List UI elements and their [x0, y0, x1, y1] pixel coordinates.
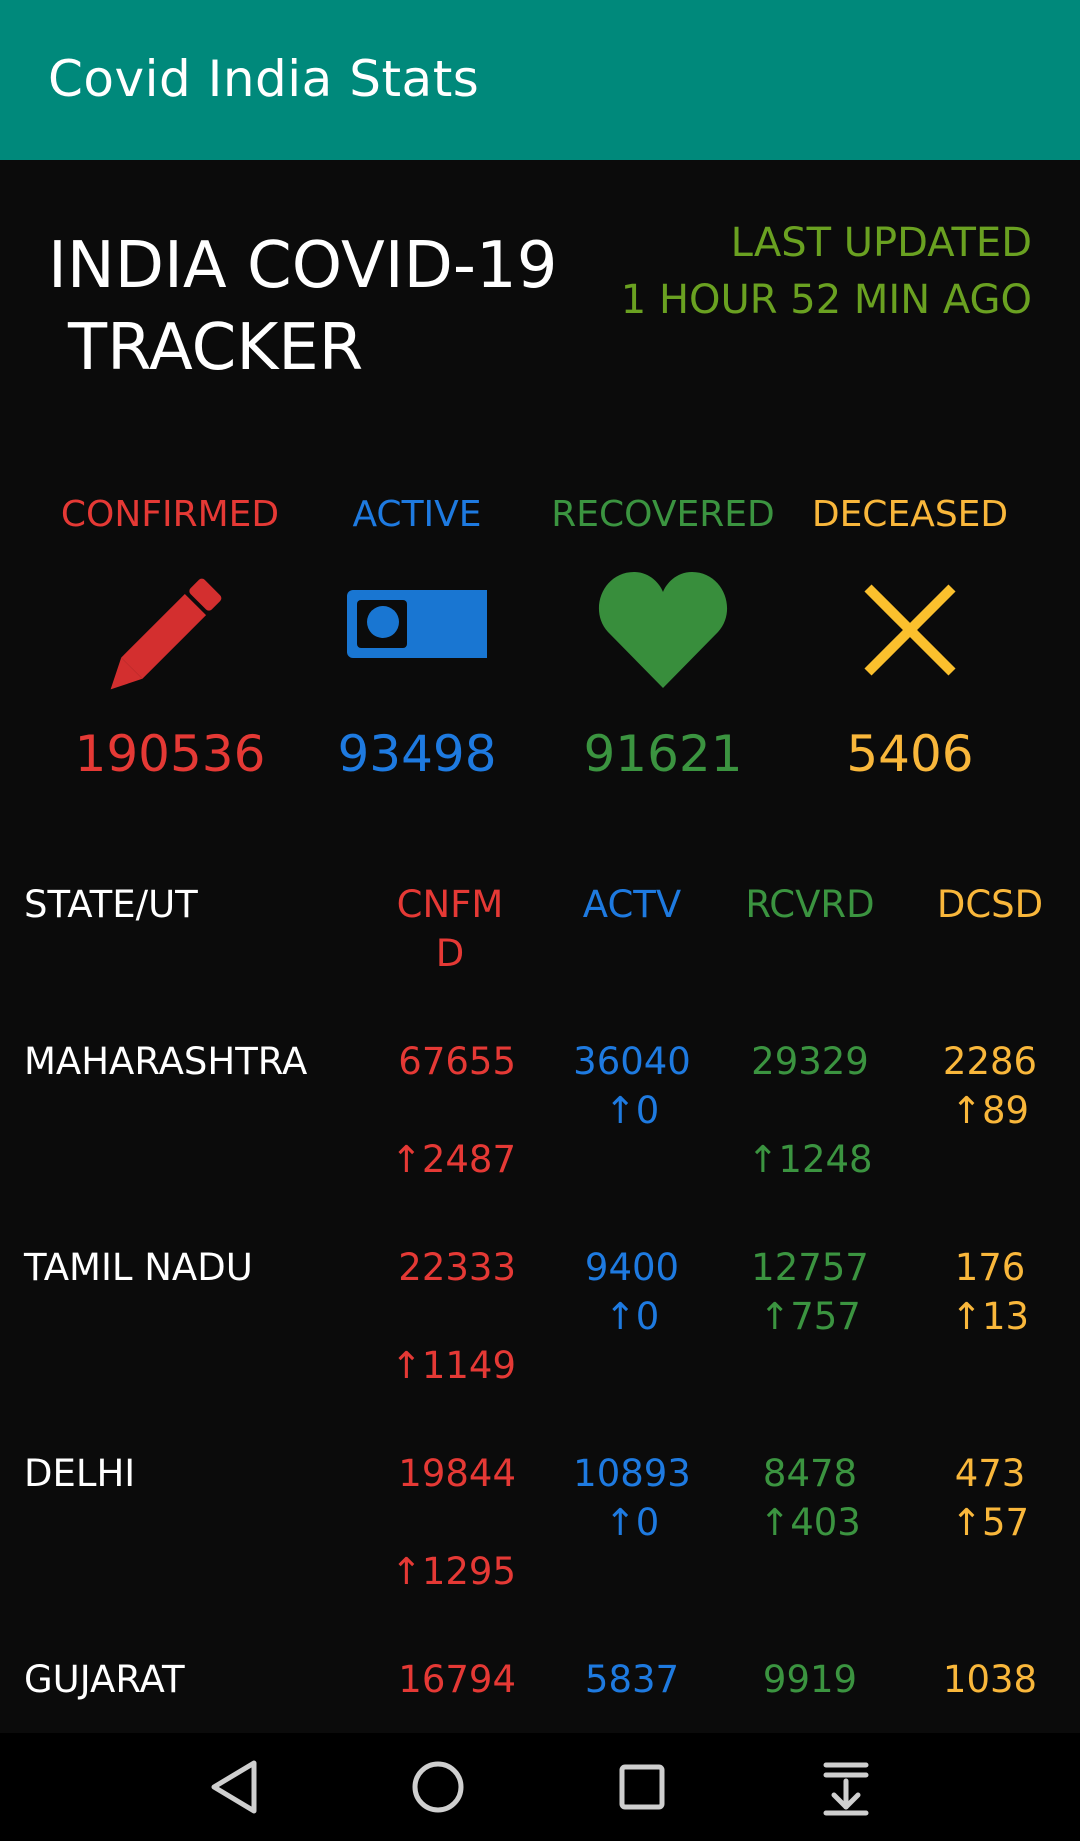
active-delta: ↑0	[604, 1295, 660, 1338]
close-icon	[850, 570, 970, 694]
last-updated-time: 1 HOUR 52 MIN AGO	[620, 277, 1032, 323]
confirmed-delta: ↑1149	[390, 1344, 516, 1387]
header-active: ACTV	[582, 883, 682, 926]
recovered-delta: ↑757	[759, 1295, 861, 1338]
state-name: GUJARAT	[24, 1658, 185, 1701]
deceased-delta: ↑57	[950, 1501, 1030, 1544]
recovered-delta: ↑1248	[747, 1138, 873, 1181]
summary-section: CONFIRMED 190536 ACTIVE 93498 RECOVERED …	[0, 490, 1080, 830]
header-recovered: RCVRD	[745, 883, 875, 926]
confirmed-value: 22333	[398, 1246, 516, 1289]
summary-deceased: DECEASED 5406	[770, 490, 1050, 783]
deceased-delta: ↑13	[950, 1295, 1030, 1338]
deceased-label: DECEASED	[811, 494, 1009, 535]
deceased-value: 1038	[942, 1658, 1038, 1701]
header-deceased: DCSD	[936, 883, 1044, 926]
active-value: 5837	[584, 1658, 680, 1701]
table-row[interactable]: DELHI 19844 ↑1295 10893 ↑0 8478 ↑403 473…	[0, 1449, 1080, 1654]
app-bar: Covid India Stats	[0, 0, 1080, 160]
app-title: Covid India Stats	[48, 50, 480, 108]
confirmed-value: 19844	[398, 1452, 516, 1495]
confirmed-label: CONFIRMED	[60, 494, 280, 535]
summary-recovered: RECOVERED 91621	[523, 490, 803, 783]
header-state: STATE/UT	[24, 883, 198, 926]
confirmed-delta: ↑1295	[390, 1550, 516, 1593]
navigation-bar	[0, 1733, 1080, 1841]
recovered-label: RECOVERED	[551, 494, 775, 535]
header-confirmed-line2: D	[435, 932, 465, 975]
table-row[interactable]: TAMIL NADU 22333 ↑1149 9400 ↑0 12757 ↑75…	[0, 1243, 1080, 1448]
recovered-value: 9919	[762, 1658, 858, 1701]
confirmed-delta: ↑2487	[390, 1138, 516, 1181]
confirmed-total: 190536	[74, 725, 266, 783]
active-value: 10893	[573, 1452, 691, 1495]
home-circle-icon[interactable]	[406, 1755, 470, 1819]
table-header: STATE/UT CNFM D ACTV RCVRD DCSD	[0, 880, 1080, 990]
active-value: 9400	[584, 1246, 680, 1289]
summary-confirmed: CONFIRMED 190536	[30, 490, 310, 783]
active-delta: ↑0	[604, 1501, 660, 1544]
active-total: 93498	[337, 725, 497, 783]
main-content[interactable]: INDIA COVID-19 TRACKER LAST UPDATED 1 HO…	[0, 160, 1080, 1733]
recovered-delta: ↑403	[759, 1501, 861, 1544]
active-value: 36040	[573, 1040, 691, 1083]
table-row[interactable]: GUJARAT 16794 5837 9919 1038	[0, 1655, 1080, 1733]
header-confirmed: CNFM D	[397, 880, 504, 978]
recovered-value: 12757	[751, 1246, 869, 1289]
recovered-value: 29329	[751, 1040, 869, 1083]
recents-square-icon[interactable]	[610, 1755, 674, 1819]
deceased-value: 473	[954, 1452, 1026, 1495]
page-title-line1: INDIA COVID-19	[48, 229, 558, 303]
confirmed-value: 16794	[398, 1658, 516, 1701]
confirmed-value: 67655	[398, 1040, 516, 1083]
state-name: TAMIL NADU	[24, 1246, 253, 1289]
heart-icon	[598, 570, 728, 694]
deceased-total: 5406	[846, 725, 974, 783]
notification-pull-down-icon[interactable]	[814, 1755, 878, 1819]
page-title-line2: TRACKER	[68, 311, 364, 385]
last-updated-label: LAST UPDATED	[730, 220, 1032, 266]
state-name: MAHARASHTRA	[24, 1040, 308, 1083]
back-triangle-icon[interactable]	[202, 1755, 266, 1819]
header-confirmed-line1: CNFM	[396, 883, 504, 926]
table-row[interactable]: MAHARASHTRA 67655 ↑2487 36040 ↑0 29329 ↑…	[0, 1037, 1080, 1242]
bed-icon	[347, 570, 487, 694]
deceased-delta: ↑89	[950, 1089, 1030, 1132]
active-label: ACTIVE	[352, 494, 482, 535]
deceased-value: 176	[954, 1246, 1026, 1289]
recovered-total: 91621	[583, 725, 743, 783]
deceased-value: 2286	[942, 1040, 1038, 1083]
summary-active: ACTIVE 93498	[277, 490, 557, 783]
recovered-value: 8478	[762, 1452, 858, 1495]
pencil-icon	[110, 570, 230, 694]
state-name: DELHI	[24, 1452, 136, 1495]
active-delta: ↑0	[604, 1089, 660, 1132]
last-updated: LAST UPDATED 1 HOUR 52 MIN AGO	[621, 215, 1032, 329]
page-title: INDIA COVID-19 TRACKER	[48, 225, 557, 389]
